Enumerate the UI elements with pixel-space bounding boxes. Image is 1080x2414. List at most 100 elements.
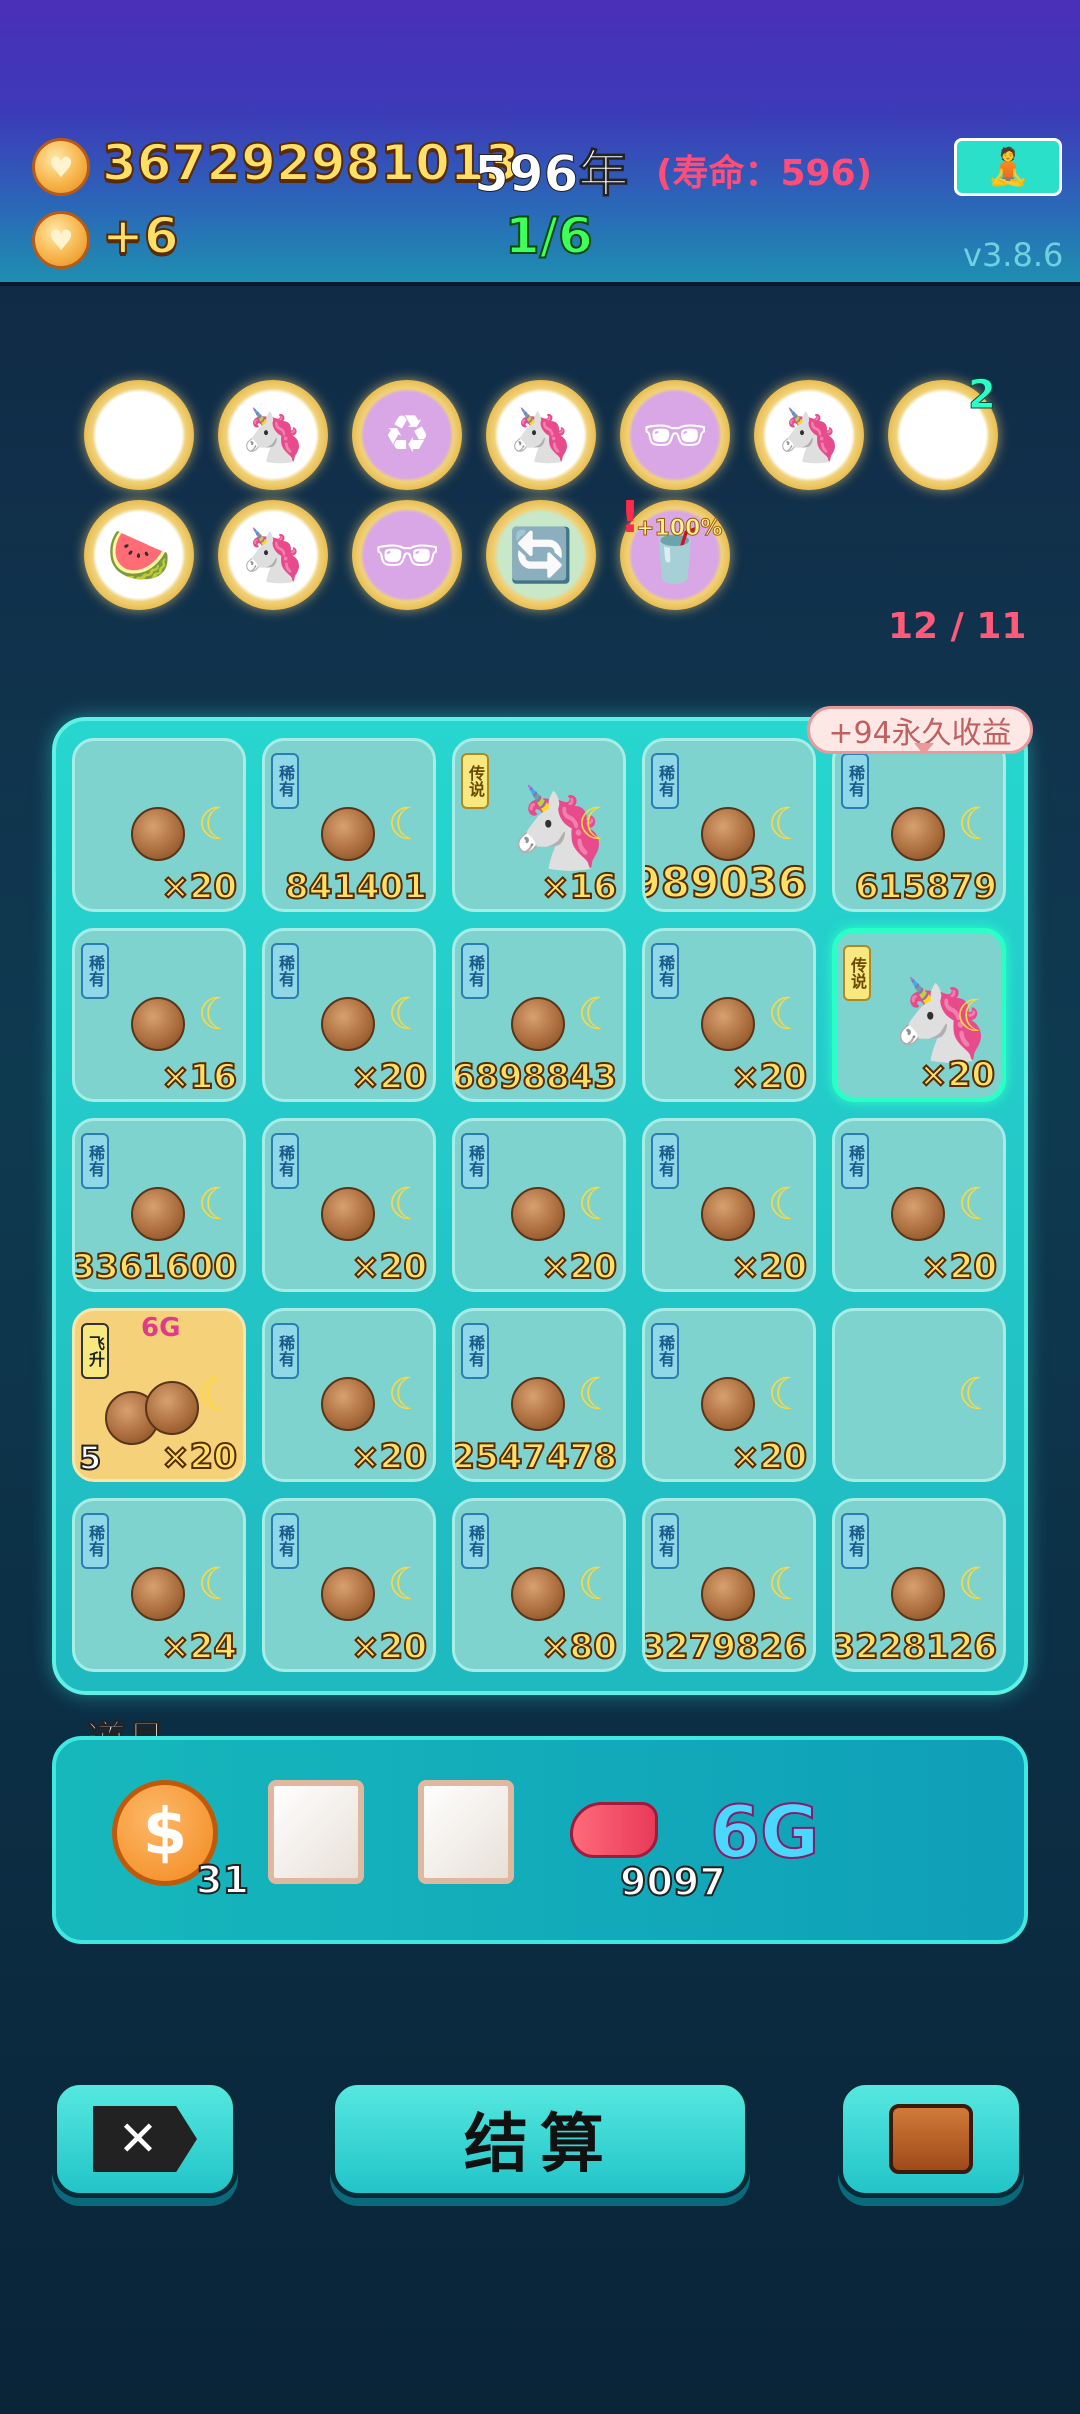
item-count: ×20 — [350, 1436, 428, 1478]
lifespan-label: (寿命：596) — [656, 153, 873, 194]
grid-cell[interactable]: 稀有 ☾ ×20 — [642, 928, 816, 1102]
permanent-income-tooltip: +94永久收益 — [807, 706, 1033, 755]
grid-cell[interactable]: 稀有 ☾ ×20 — [262, 1118, 436, 1292]
unicorn-icon[interactable]: 🦄 — [218, 500, 328, 610]
grid-cell[interactable]: ☾ ×20 — [72, 738, 246, 912]
grid-cell[interactable]: 稀有 ☾ ×24 — [72, 1498, 246, 1672]
item-count: ×16 — [160, 1056, 238, 1098]
age-years: 596年 — [473, 145, 629, 204]
rarity-tag: 稀有 — [271, 1133, 299, 1189]
walnut-sunglasses-icon[interactable]: 🕶 — [620, 380, 730, 490]
walnut-icon — [701, 1377, 755, 1431]
empty-prop-slot[interactable] — [418, 1780, 514, 1884]
grid-cell[interactable]: 稀有 ☾ 6898843 — [452, 928, 626, 1102]
grid-cell[interactable]: 稀有 ☾ 3361600 — [72, 1118, 246, 1292]
moon-icon: ☾ — [577, 989, 617, 1040]
moon-icon: ☾ — [387, 1179, 427, 1230]
briefcase-icon — [889, 2104, 973, 2174]
settle-button[interactable]: 结算 — [330, 2080, 750, 2198]
grid-cell[interactable]: 稀有 ☾ ×20 — [262, 1498, 436, 1672]
grid-cell[interactable]: 稀有 ☾ ×20 — [642, 1308, 816, 1482]
rarity-tag: 稀有 — [651, 1323, 679, 1379]
grid-cell[interactable]: 稀有 ☾ 6989036 — [642, 738, 816, 912]
unicorn-icon[interactable]: 🦄 — [486, 380, 596, 490]
walnut-icon — [321, 1187, 375, 1241]
moon-icon: ☾ — [767, 1179, 807, 1230]
item-count: ×20 — [730, 1056, 808, 1098]
heart-coin-icon: ♥ — [32, 138, 90, 196]
inventory-button[interactable] — [838, 2080, 1024, 2198]
moon-icon: ☾ — [767, 1559, 807, 1610]
item-count: ×20 — [730, 1246, 808, 1288]
moon-icon: ☾ — [197, 799, 237, 850]
grid-cell[interactable]: 稀有 ☾ ×16 — [72, 928, 246, 1102]
item-count: ×24 — [160, 1626, 238, 1668]
grid-cell[interactable]: 飞升 ☾ 6G 5 ×20 — [72, 1308, 246, 1482]
heart-coin-icon: ♥ — [32, 211, 90, 269]
item-count: 3228126 — [832, 1626, 998, 1668]
walnut-sunglasses-icon[interactable]: 🕶 — [352, 500, 462, 610]
moon-icon: ☾ — [577, 1369, 617, 1420]
grid-cell[interactable]: 稀有 ☾ ×20 — [832, 1118, 1006, 1292]
stage-progress: 1/6 — [504, 206, 594, 266]
walnut-icon — [891, 1567, 945, 1621]
rarity-tag: 稀有 — [81, 943, 109, 999]
grid-cell[interactable]: 传说 🦄 ☾ ×16 — [452, 738, 626, 912]
item-count: ×16 — [540, 866, 618, 908]
item-count: ×20 — [350, 1056, 428, 1098]
skip-badge-count: 2 — [968, 372, 997, 419]
rarity-tag: 稀有 — [841, 753, 869, 809]
grid-cell[interactable]: 稀有 ☾ ×20 — [262, 928, 436, 1102]
rarity-tag: 稀有 — [651, 753, 679, 809]
walnut-icon — [321, 807, 375, 861]
walnut-icon — [511, 1187, 565, 1241]
rarity-tag: 稀有 — [271, 943, 299, 999]
unicorn-icon[interactable]: 🦄 — [218, 380, 328, 490]
top-status-bar: ♥ 367292981013 596年 (寿命：596) 🧘 ♥ +6 1/6 … — [0, 0, 1080, 286]
item-count: ×20 — [918, 1054, 996, 1096]
lightning-icon[interactable]: ⚡ — [84, 380, 194, 490]
liver-icon[interactable] — [570, 1802, 658, 1858]
item-count: 6898843 — [452, 1056, 618, 1098]
item-count: 841401 — [284, 866, 428, 908]
grid-cell[interactable]: 稀有 ☾ ×20 — [642, 1118, 816, 1292]
grid-cell[interactable]: 传说 🦄 ☾ ×20 — [832, 928, 1006, 1102]
version-label: v3.8.6 — [963, 236, 1064, 274]
close-icon: ✕ — [93, 2106, 197, 2172]
walnut-icon — [701, 1187, 755, 1241]
6g-prop-label[interactable]: 6G — [709, 1789, 820, 1875]
rarity-tag: 稀有 — [651, 1513, 679, 1569]
unicorn-icon[interactable]: 🦄 — [754, 380, 864, 490]
grid-cell[interactable]: 稀有 ☾ ×20 — [452, 1118, 626, 1292]
close-button[interactable]: ✕ — [52, 2080, 238, 2198]
rarity-tag: 飞升 — [81, 1323, 109, 1379]
6g-label: 6G — [141, 1313, 181, 1343]
fruit-bowl-icon[interactable]: 🍉 — [84, 500, 194, 610]
moon-icon: ☾ — [767, 989, 807, 1040]
recycle-icon[interactable]: ♻ — [352, 380, 462, 490]
item-count: ×20 — [160, 1436, 238, 1478]
grid-cell[interactable]: 稀有 ☾ ×80 — [452, 1498, 626, 1672]
grid-cell[interactable]: 稀有 ☾ 841401 — [262, 738, 436, 912]
grid-cell[interactable]: 稀有 ☾ 3228126 — [832, 1498, 1006, 1672]
grid-cell[interactable]: ☾ — [832, 1308, 1006, 1482]
item-count: 3361600 — [72, 1246, 238, 1288]
moon-icon: ☾ — [197, 1369, 237, 1420]
meditation-icon: 🧘 — [985, 147, 1031, 188]
item-count: ×20 — [540, 1246, 618, 1288]
rarity-tag: 稀有 — [461, 943, 489, 999]
rarity-tag: 稀有 — [271, 753, 299, 809]
grid-cell[interactable]: 稀有 ☾ 3279826 — [642, 1498, 816, 1672]
grid-cell[interactable]: 稀有 ☾ 2547478 — [452, 1308, 626, 1482]
refresh-icon[interactable]: 🔄 — [486, 500, 596, 610]
walnut-icon — [131, 1187, 185, 1241]
moon-icon: ☾ — [197, 1559, 237, 1610]
skill-slot-counter: 12 / 11 — [888, 606, 1027, 647]
empty-prop-slot[interactable] — [268, 1780, 364, 1884]
rarity-tag: 稀有 — [651, 1133, 679, 1189]
grid-cell[interactable]: 稀有 ☾ ×20 — [262, 1308, 436, 1482]
meditate-button[interactable]: 🧘 — [954, 138, 1062, 196]
settle-label: 结算 — [464, 2108, 616, 2182]
item-count: 2547478 — [452, 1436, 618, 1478]
rarity-tag: 稀有 — [271, 1513, 299, 1569]
